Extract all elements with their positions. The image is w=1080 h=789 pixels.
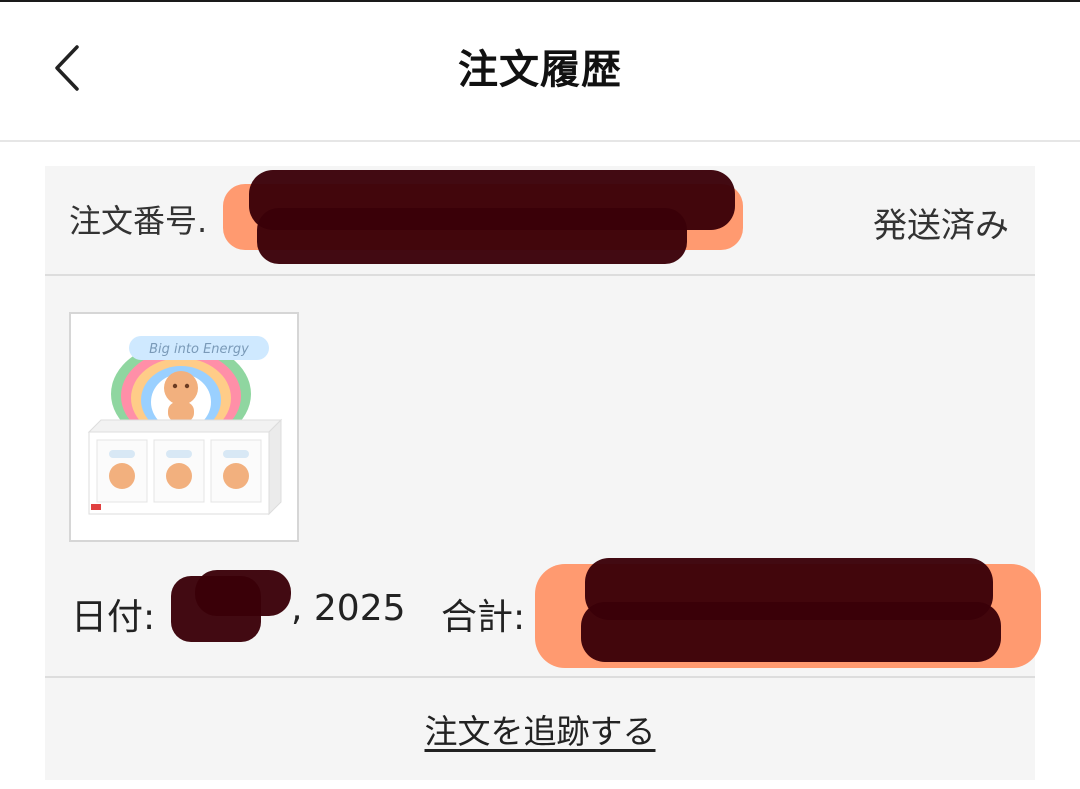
chevron-left-icon	[55, 45, 79, 91]
order-footer: 注文を追跡する	[45, 676, 1035, 780]
total-redaction-mark	[581, 602, 1001, 662]
track-order-link[interactable]: 注文を追跡する	[425, 705, 656, 753]
total-label: 合計:	[441, 597, 526, 638]
date-label: 日付:	[71, 597, 156, 638]
order-header: 注文番号. 発送済み	[45, 166, 1035, 276]
back-button[interactable]	[38, 36, 94, 100]
order-number-label: 注文番号.	[69, 202, 208, 240]
date-value: , 2025	[291, 588, 406, 629]
page-title: 注文履歴	[458, 47, 622, 93]
product-image-text: Big into Energy	[149, 342, 249, 357]
date-redaction-mark	[195, 570, 291, 616]
status-badge: 発送済み	[873, 206, 1009, 246]
order-card[interactable]: 注文番号. 発送済み Big into Energy 日付: , 2025 合計…	[45, 166, 1041, 780]
header-bar: 注文履歴	[0, 2, 1080, 142]
product-image: Big into Energy	[87, 336, 283, 516]
product-thumbnail[interactable]: Big into Energy	[69, 312, 299, 542]
order-number-redaction-mark	[257, 208, 687, 264]
